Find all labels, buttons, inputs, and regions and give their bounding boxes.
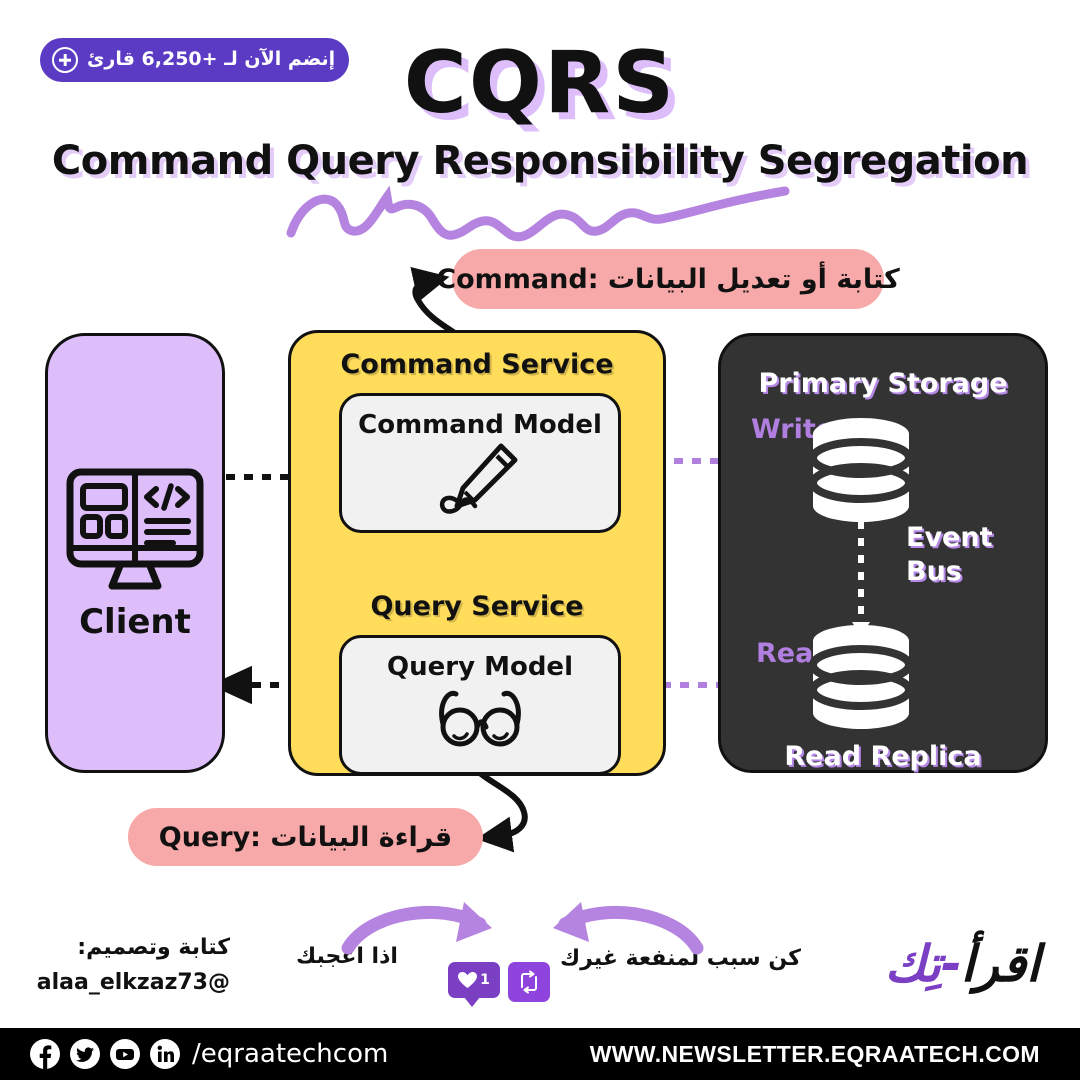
repost-icon: [521, 970, 537, 994]
brand-logo: اقرأ - تِك: [884, 935, 1041, 993]
glasses-icon: [439, 690, 521, 747]
monitor-code-icon: [66, 468, 204, 590]
primary-database-icon: [809, 418, 913, 522]
footer-bar: /eqraatechcom WWW.NEWSLETTER.EQRAATECH.C…: [0, 1028, 1080, 1080]
social-links: [30, 1039, 180, 1069]
command-model-title: Command Model: [358, 410, 602, 440]
twitter-icon[interactable]: [70, 1039, 100, 1069]
credit-block: كتابة وتصميم: @alaa_elkzaz73: [30, 930, 230, 1000]
cta-right-arrow-icon: [553, 902, 704, 955]
replica-database-icon: [809, 625, 913, 729]
query-model-card: Query Model: [339, 635, 621, 775]
like-count: 1: [480, 972, 490, 988]
youtube-icon[interactable]: [110, 1039, 140, 1069]
social-handle[interactable]: /eqraatechcom: [192, 1039, 388, 1069]
reaction-icons: 1: [448, 962, 550, 1007]
command-model-card: Command Model: [339, 393, 621, 533]
credit-handle: @alaa_elkzaz73: [36, 970, 230, 996]
pen-signature-icon: [439, 443, 518, 514]
client-box: Client: [45, 333, 225, 773]
storage-container: Primary Storage Read Replica Write Read …: [718, 333, 1048, 773]
brand-arabic-text: اقرأ: [960, 935, 1041, 993]
query-model-title: Query Model: [387, 652, 573, 682]
command-callout: كتابة أو تعديل البيانات :Command: [436, 249, 900, 309]
storage-graphics: [809, 418, 913, 729]
cta-left-arrow-icon: [341, 902, 492, 955]
brand-separator: -: [940, 935, 962, 993]
brand-tek-text: تِك: [884, 935, 942, 993]
facebook-icon[interactable]: [30, 1039, 60, 1069]
repost-button[interactable]: [508, 962, 550, 1002]
like-button[interactable]: 1: [448, 962, 500, 1007]
credit-line-1: كتابة وتصميم:: [77, 935, 230, 960]
command-service-title: Command Service: [340, 349, 614, 380]
linkedin-icon[interactable]: [150, 1039, 180, 1069]
client-label: Client: [79, 602, 191, 642]
query-service-title: Query Service: [370, 591, 584, 622]
service-container: Command Service Command Model Query Serv…: [288, 330, 666, 776]
heart-icon: [458, 971, 478, 988]
query-callout: قراءة البيانات :Query: [128, 808, 483, 866]
site-url[interactable]: WWW.NEWSLETTER.EQRAATECH.COM: [590, 1041, 1040, 1068]
